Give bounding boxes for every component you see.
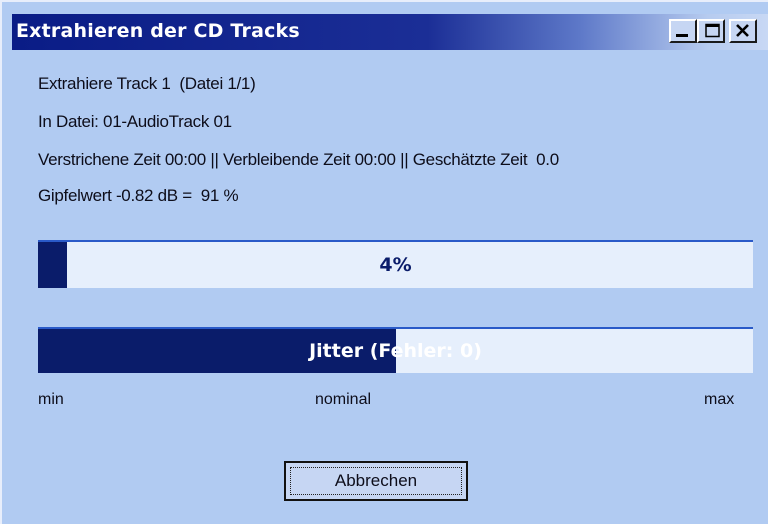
title-bar[interactable]: Extrahieren der CD Tracks — [12, 14, 768, 50]
jitter-bar: Jitter (Fehler: 0) — [38, 327, 753, 373]
extraction-progress-bar: 4% — [38, 240, 753, 288]
minimize-icon — [676, 34, 688, 37]
extraction-dialog: Extrahieren der CD Tracks Extrahiere Tra… — [0, 0, 768, 524]
time-info-text: Verstrichene Zeit 00:00 || Verbleibende … — [38, 150, 559, 169]
output-file-text: In Datei: 01-AudioTrack 01 — [38, 112, 232, 131]
cancel-button-label: Abbrechen — [290, 467, 462, 495]
close-button[interactable] — [729, 19, 757, 43]
window-title: Extrahieren der CD Tracks — [16, 20, 300, 42]
cancel-button[interactable]: Abbrechen — [284, 461, 468, 501]
minimize-button[interactable] — [669, 19, 697, 43]
jitter-scale-nominal: nominal — [315, 391, 372, 408]
maximize-button[interactable] — [697, 19, 725, 43]
peak-level-text: Gipfelwert -0.82 dB = 91 % — [38, 186, 239, 205]
jitter-label: Jitter (Fehler: 0) — [309, 340, 482, 362]
maximize-icon — [705, 23, 720, 38]
jitter-scale-max: max — [704, 391, 735, 408]
track-status-text: Extrahiere Track 1 (Datei 1/1) — [38, 74, 256, 93]
progress-percent-label: 4% — [379, 254, 412, 276]
close-icon — [736, 24, 749, 37]
jitter-scale-min: min — [38, 391, 64, 408]
